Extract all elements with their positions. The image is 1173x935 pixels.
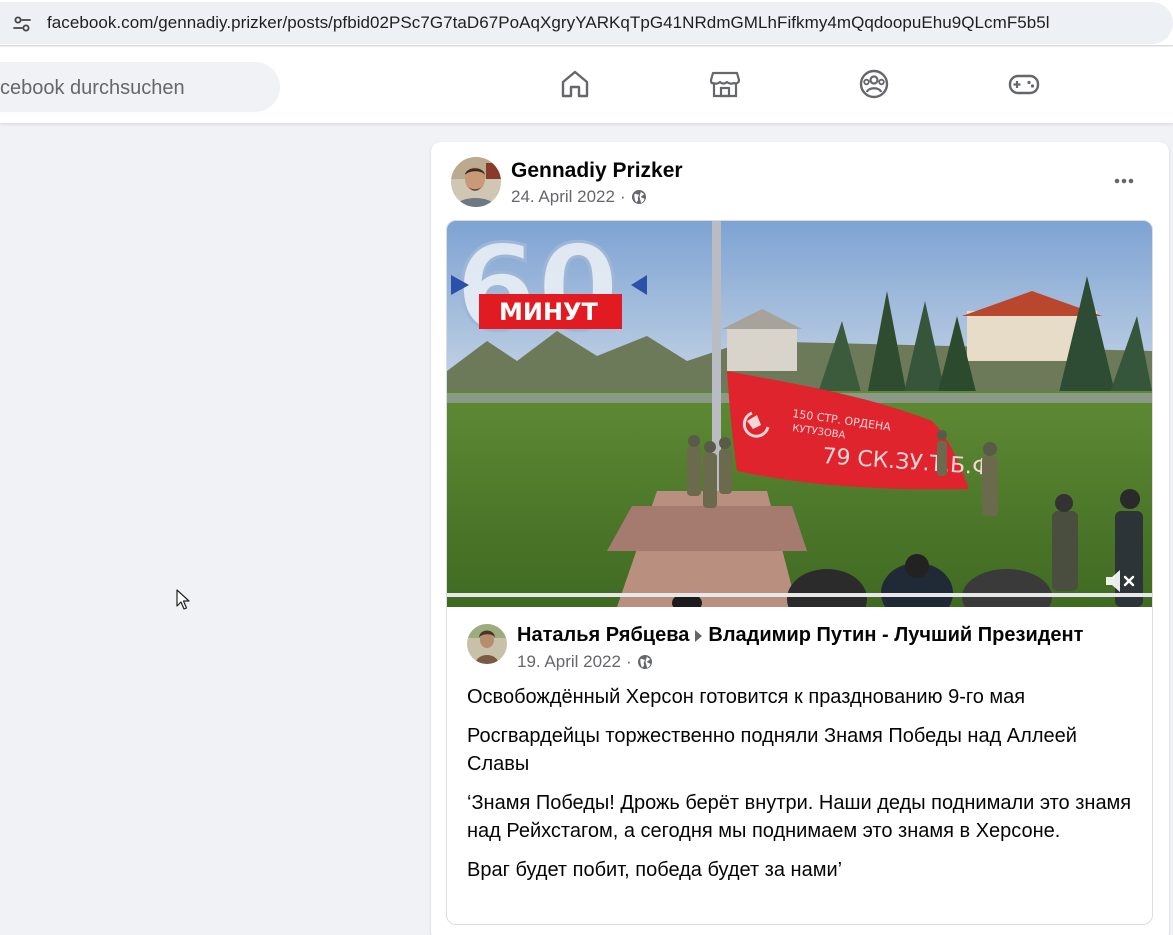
url-field[interactable]: facebook.com/gennadiy.prizker/posts/pfbi…	[0, 2, 1173, 44]
video-overlay-label: МИНУТ	[499, 298, 599, 326]
globe-icon	[631, 190, 646, 204]
post-date[interactable]: 24. April 2022	[511, 187, 615, 207]
muted-speaker-icon[interactable]	[1103, 566, 1137, 596]
paragraph: Враг будет побит, победа будет за нами’	[467, 859, 843, 881]
shared-author[interactable]: Наталья Рябцева	[517, 624, 689, 647]
video-overlay-number: 60	[455, 221, 619, 357]
more-options-icon[interactable]	[1113, 170, 1135, 192]
paragraph: ‘Знамя Победы! Дрожь берёт внутри. Наши …	[467, 792, 1132, 842]
shared-post-title: Наталья Рябцева Владимир Путин - Лучший …	[517, 624, 1083, 647]
paragraph: Росгвардейцы торжественно подняли Знамя …	[467, 725, 1077, 775]
marketplace-icon[interactable]	[708, 67, 742, 101]
shared-author-avatar[interactable]	[467, 624, 507, 664]
video-player[interactable]: 150 СТР. ОРДЕНА КУТУЗОВА 79 СК.ЗУ.Т.Б.Ф.	[447, 221, 1152, 607]
shared-target[interactable]: Владимир Путин - Лучший Президент	[708, 624, 1083, 647]
post-meta: 24. April 2022 ·	[511, 187, 647, 207]
mouse-cursor-icon	[176, 589, 190, 610]
shared-post[interactable]: 150 СТР. ОРДЕНА КУТУЗОВА 79 СК.ЗУ.Т.Б.Ф.	[446, 220, 1153, 925]
post-card: Gennadiy Prizker 24. April 2022 · 150 СТ…	[431, 142, 1169, 935]
home-icon[interactable]	[558, 67, 592, 101]
browser-address-bar: facebook.com/gennadiy.prizker/posts/pfbi…	[0, 0, 1173, 46]
video-frame: 150 СТР. ОРДЕНА КУТУЗОВА 79 СК.ЗУ.Т.Б.Ф.	[447, 221, 1152, 607]
paragraph: Освобождённый Херсон готовится к праздно…	[467, 686, 1026, 708]
shared-post-meta: 19. April 2022 ·	[517, 652, 653, 672]
triangle-right-icon	[695, 629, 703, 642]
search-placeholder: cebook durchsuchen	[0, 77, 185, 99]
shared-date[interactable]: 19. April 2022	[517, 652, 621, 672]
tune-icon[interactable]	[12, 14, 32, 34]
url-text: facebook.com/gennadiy.prizker/posts/pfbi…	[47, 13, 1050, 32]
globe-icon	[637, 655, 652, 669]
post-author[interactable]: Gennadiy Prizker	[511, 159, 683, 183]
shared-meta-separator: ·	[625, 652, 632, 671]
author-avatar[interactable]	[451, 157, 501, 207]
facebook-header: cebook durchsuchen	[0, 47, 1173, 123]
meta-separator: ·	[619, 187, 626, 206]
gaming-icon[interactable]	[1007, 67, 1041, 101]
groups-icon[interactable]	[857, 67, 891, 101]
shared-post-text: Освобождённый Херсон готовится к праздно…	[467, 683, 1137, 895]
search-input[interactable]: cebook durchsuchen	[0, 62, 280, 112]
